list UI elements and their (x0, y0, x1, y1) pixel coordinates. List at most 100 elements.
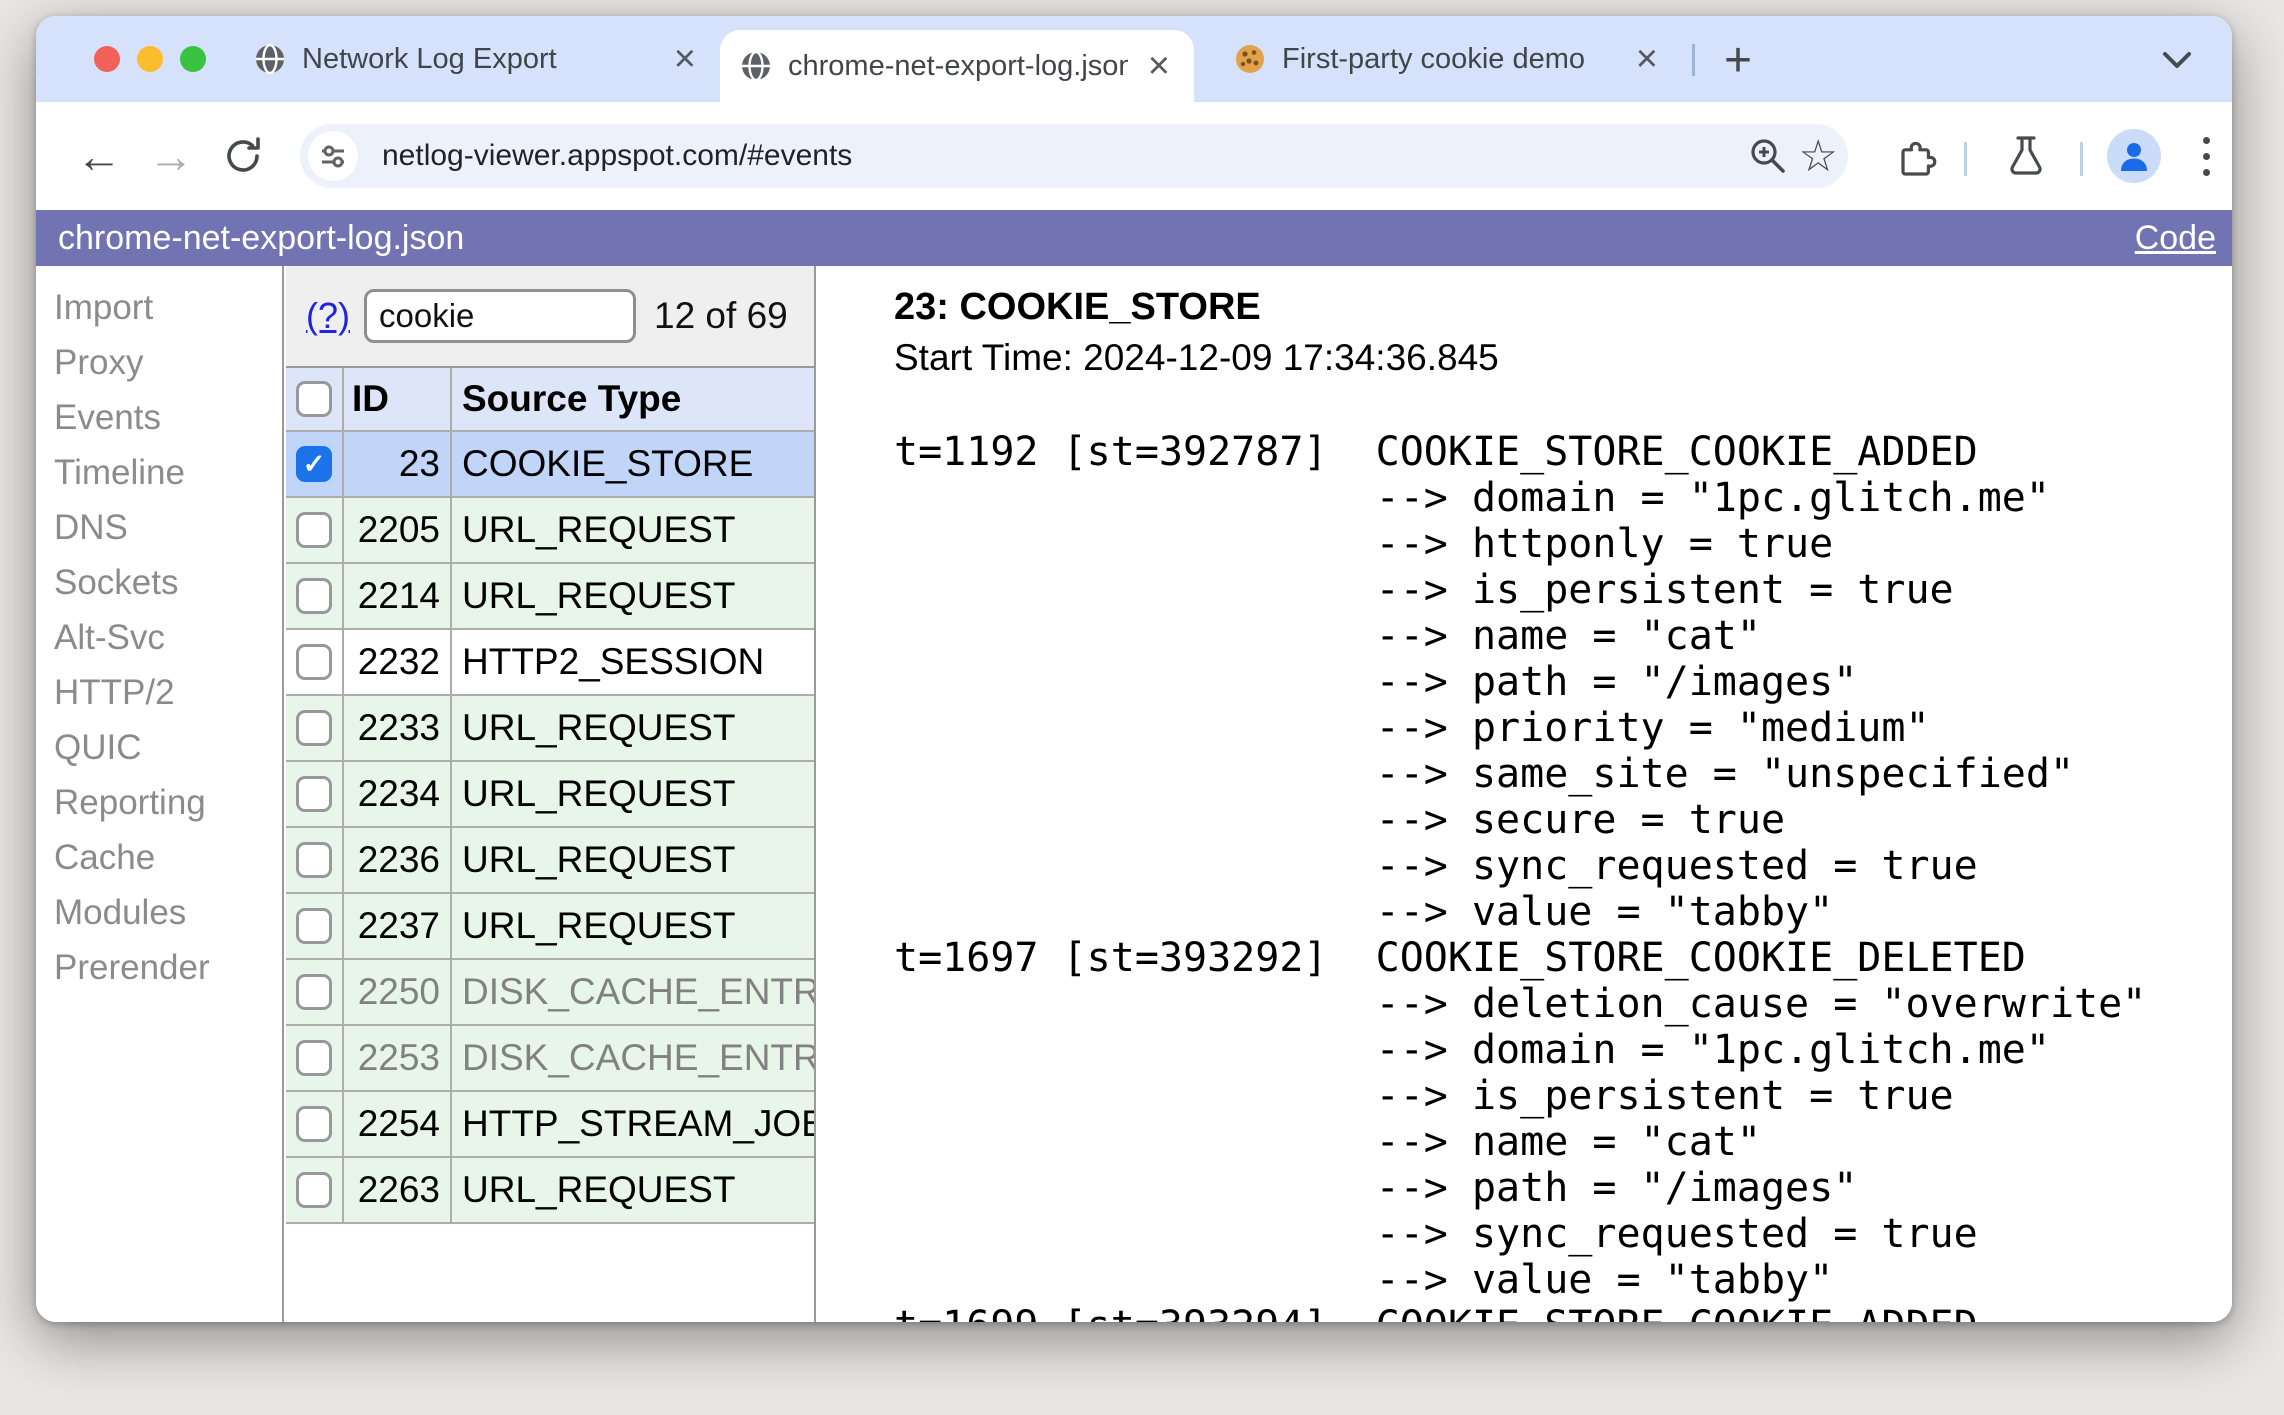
row-source-type: DISK_CACHE_ENTRY (462, 971, 814, 1012)
table-row[interactable]: 2205 URL_REQUEST (286, 498, 814, 564)
row-checkbox[interactable] (296, 512, 332, 548)
row-checkbox[interactable] (296, 776, 332, 812)
table-row[interactable]: 2233 URL_REQUEST (286, 696, 814, 762)
row-checkbox[interactable] (296, 644, 332, 680)
row-source-type: URL_REQUEST (462, 839, 736, 880)
row-checkbox[interactable] (296, 1040, 332, 1076)
row-source-type: DISK_CACHE_ENTRY (462, 1037, 814, 1078)
row-id: 2214 (344, 564, 452, 628)
table-row[interactable]: 2254 HTTP_STREAM_JOB (286, 1092, 814, 1158)
row-source-type: URL_REQUEST (462, 509, 736, 550)
profile-avatar[interactable] (2102, 102, 2166, 210)
sidebar-item-proxy[interactable]: Proxy (36, 335, 282, 390)
row-source-type: URL_REQUEST (462, 1169, 736, 1210)
table-row[interactable]: 2232 HTTP2_SESSION (286, 630, 814, 696)
tab-strip: Network Log Export × chrome-net-export-l… (36, 16, 2232, 102)
address-bar[interactable]: netlog-viewer.appspot.com/#events ☆ (300, 124, 1848, 188)
row-checkbox[interactable] (296, 842, 332, 878)
tab-close-icon[interactable]: × (1632, 40, 1662, 78)
row-id: 2233 (344, 696, 452, 760)
site-settings-icon[interactable] (308, 131, 358, 181)
maximize-window-button[interactable] (180, 46, 206, 72)
row-checkbox[interactable] (296, 1106, 332, 1142)
source-type-column-header[interactable]: Source Type (452, 368, 814, 430)
globe-favicon-icon (740, 50, 772, 82)
filter-input[interactable] (364, 289, 636, 343)
sidebar-item-sockets[interactable]: Sockets (36, 555, 282, 610)
row-checkbox[interactable] (296, 1172, 332, 1208)
events-list-panel: (?) 12 of 69 ID Source Type 23 COOKIE_ST… (286, 266, 816, 1322)
code-link[interactable]: Code (2135, 219, 2216, 258)
zoom-icon[interactable] (1737, 124, 1799, 188)
filter-help-link[interactable]: (?) (306, 295, 350, 337)
events-table: ID Source Type 23 COOKIE_STORE 2205 URL_… (286, 368, 814, 1224)
sidebar-nav: Import Proxy Events Timeline DNS Sockets… (36, 266, 284, 1322)
cookie-favicon-icon (1234, 43, 1266, 75)
row-id: 2237 (344, 894, 452, 958)
sidebar-item-cache[interactable]: Cache (36, 830, 282, 885)
table-row[interactable]: 2214 URL_REQUEST (286, 564, 814, 630)
table-row[interactable]: 2237 URL_REQUEST (286, 894, 814, 960)
row-checkbox[interactable] (296, 710, 332, 746)
sidebar-item-http2[interactable]: HTTP/2 (36, 665, 282, 720)
sidebar-item-import[interactable]: Import (36, 280, 282, 335)
minimize-window-button[interactable] (137, 46, 163, 72)
tab-close-icon[interactable]: × (1144, 47, 1174, 85)
tab-close-icon[interactable]: × (670, 40, 700, 78)
select-all-checkbox[interactable] (296, 381, 332, 417)
sidebar-item-timeline[interactable]: Timeline (36, 445, 282, 500)
row-checkbox[interactable] (296, 974, 332, 1010)
row-id: 23 (344, 432, 452, 496)
row-source-type: URL_REQUEST (462, 575, 736, 616)
tab-network-log-export[interactable]: Network Log Export × (234, 16, 720, 102)
extensions-icon[interactable] (1884, 102, 1948, 210)
sidebar-item-altsvc[interactable]: Alt-Svc (36, 610, 282, 665)
table-row[interactable]: 2236 URL_REQUEST (286, 828, 814, 894)
row-id: 2254 (344, 1092, 452, 1156)
tab-separator (1692, 44, 1695, 76)
id-column-header[interactable]: ID (344, 368, 452, 430)
row-id: 2253 (344, 1026, 452, 1090)
tab-search-chevron-icon[interactable] (2152, 38, 2202, 82)
experiments-flask-icon[interactable] (1994, 102, 2058, 210)
tab-first-party-cookie-demo[interactable]: First-party cookie demo × (1214, 16, 1682, 102)
table-row[interactable]: 2253 DISK_CACHE_ENTRY (286, 1026, 814, 1092)
event-detail-title: 23: COOKIE_STORE (894, 286, 1261, 328)
toolbar-separator (2080, 142, 2083, 176)
row-checkbox[interactable] (296, 446, 332, 482)
sidebar-item-modules[interactable]: Modules (36, 885, 282, 940)
sidebar-item-reporting[interactable]: Reporting (36, 775, 282, 830)
sidebar-item-quic[interactable]: QUIC (36, 720, 282, 775)
row-checkbox[interactable] (296, 578, 332, 614)
browser-toolbar: ← → netlog-viewer.appspot.com/#events ☆ (36, 102, 2232, 210)
browser-menu-icon[interactable] (2174, 102, 2232, 210)
tab-netlog-viewer-active[interactable]: chrome-net-export-log.json - × (720, 30, 1194, 102)
browser-window: Network Log Export × chrome-net-export-l… (36, 16, 2232, 1322)
tab-label: Network Log Export (302, 42, 557, 75)
tab-label: First-party cookie demo (1282, 42, 1585, 75)
row-checkbox[interactable] (296, 908, 332, 944)
back-button[interactable]: ← (64, 102, 134, 210)
table-row[interactable]: 2250 DISK_CACHE_ENTRY (286, 960, 814, 1026)
forward-button[interactable]: → (136, 102, 206, 210)
table-row[interactable]: 2234 URL_REQUEST (286, 762, 814, 828)
event-log-text: t=1192 [st=392787] COOKIE_STORE_COOKIE_A… (894, 429, 2147, 1322)
sidebar-item-prerender[interactable]: Prerender (36, 940, 282, 995)
row-id: 2250 (344, 960, 452, 1024)
new-tab-button[interactable]: + (1708, 30, 1768, 90)
row-id: 2232 (344, 630, 452, 694)
traffic-lights (94, 46, 206, 72)
close-window-button[interactable] (94, 46, 120, 72)
event-detail-panel: 23: COOKIE_STORE Start Time: 2024-12-09 … (818, 266, 2232, 1322)
table-row[interactable]: 2263 URL_REQUEST (286, 1158, 814, 1224)
tab-label: chrome-net-export-log.json - (788, 49, 1128, 82)
row-id: 2205 (344, 498, 452, 562)
row-id: 2263 (344, 1158, 452, 1222)
reload-button[interactable] (208, 102, 278, 210)
bookmark-star-icon[interactable]: ☆ (1799, 131, 1838, 182)
sidebar-item-events[interactable]: Events (36, 390, 282, 445)
table-row[interactable]: 23 COOKIE_STORE (286, 432, 814, 498)
sidebar-item-dns[interactable]: DNS (36, 500, 282, 555)
url-text[interactable]: netlog-viewer.appspot.com/#events (382, 139, 1737, 173)
row-source-type: URL_REQUEST (462, 905, 736, 946)
